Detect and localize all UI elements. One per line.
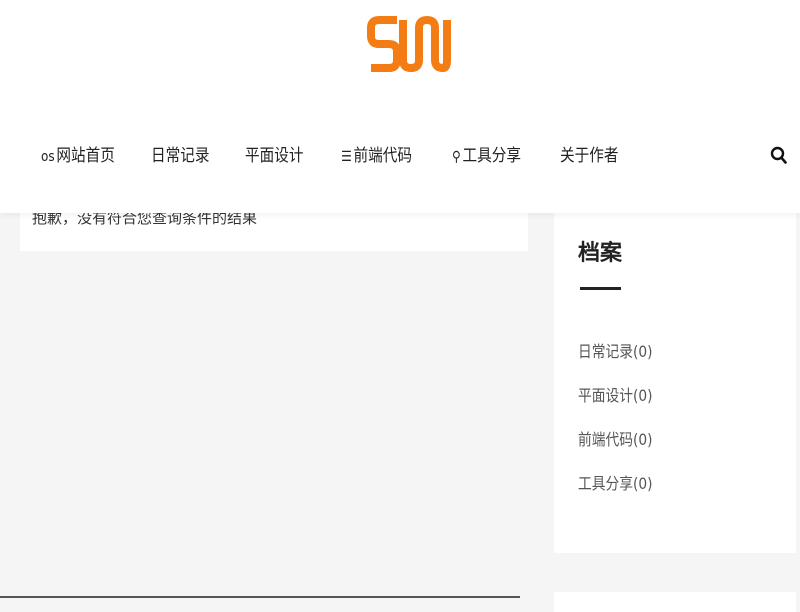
archive-link-graphic-design[interactable]: 平面设计(0)	[578, 382, 653, 426]
tool-icon: ⚲	[452, 149, 461, 165]
nav-item-label: 前端代码	[353, 146, 413, 166]
nav-item-graphic-design[interactable]: 平面设计	[245, 137, 303, 175]
secondary-widget	[554, 592, 796, 612]
nav-item-daily[interactable]: 日常记录	[151, 137, 209, 175]
site-header: os 网站首页 日常记录 平面设计 ☰ 前端代码 ⚲ 工具分享 关于作者	[0, 0, 800, 213]
archive-widget: 档案 日常记录(0) 平面设计(0) 前端代码(0) 工具分享(0)	[554, 180, 796, 553]
nav-item-label: 日常记录	[151, 146, 210, 166]
nav-item-frontend-code[interactable]: ☰ 前端代码	[341, 137, 412, 175]
nav-item-label: 平面设计	[245, 146, 304, 166]
archive-list: 日常记录(0) 平面设计(0) 前端代码(0) 工具分享(0)	[578, 338, 665, 514]
main-nav: os 网站首页 日常记录 平面设计 ☰ 前端代码 ⚲ 工具分享 关于作者	[0, 137, 800, 175]
site-logo[interactable]	[367, 10, 451, 80]
archive-link-tool-share[interactable]: 工具分享(0)	[578, 470, 653, 514]
nav-item-label: 工具分享	[462, 146, 522, 166]
list-icon: ☰	[341, 149, 352, 165]
nav-item-about[interactable]: 关于作者	[560, 137, 618, 175]
archive-link-frontend-code[interactable]: 前端代码(0)	[578, 426, 653, 470]
nav-item-home[interactable]: os 网站首页	[41, 137, 115, 175]
nav-item-label: 网站首页	[56, 146, 115, 166]
home-os-icon: os	[41, 149, 55, 165]
search-icon[interactable]	[770, 146, 788, 166]
nav-item-label: 关于作者	[560, 146, 619, 166]
archive-title: 档案	[578, 241, 623, 266]
divider	[0, 596, 520, 598]
nav-item-tool-share[interactable]: ⚲ 工具分享	[452, 137, 521, 175]
title-underline	[580, 287, 621, 290]
archive-link-daily[interactable]: 日常记录(0)	[578, 338, 653, 382]
